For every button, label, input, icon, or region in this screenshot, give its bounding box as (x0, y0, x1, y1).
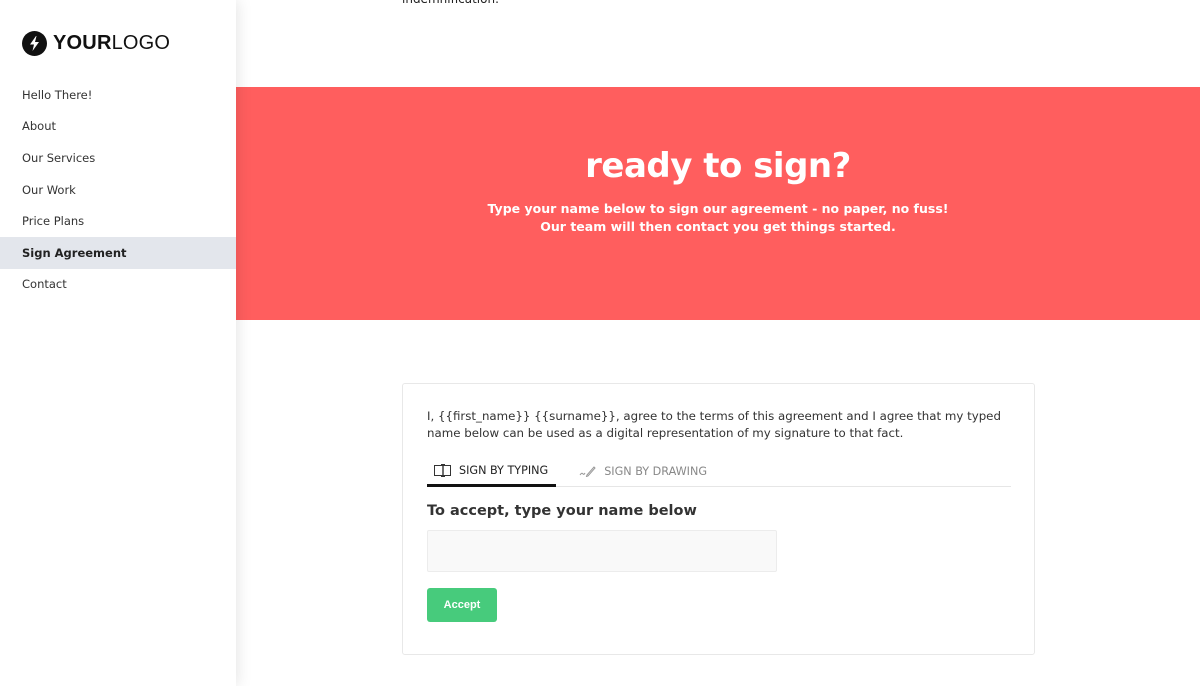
sidebar: YOURLOGO Hello There! About Our Services… (0, 0, 236, 686)
sidebar-item-label: About (22, 119, 57, 134)
hero-subtitle: Type your name below to sign our agreeme… (236, 200, 1200, 236)
tab-sign-by-typing[interactable]: SIGN BY TYPING (427, 456, 557, 487)
accept-button[interactable]: Accept (427, 588, 497, 622)
signature-card: I, {{first_name}} {{surname}}, agree to … (402, 383, 1035, 655)
signature-name-input[interactable] (427, 530, 777, 572)
sidebar-item-price-plans[interactable]: Price Plans (0, 205, 236, 237)
previous-section-text: indemnification. (402, 0, 499, 6)
hero-subtitle-line-2: Our team will then contact you get thing… (540, 219, 896, 234)
sidebar-item-sign-agreement[interactable]: Sign Agreement (0, 236, 236, 269)
tab-label: SIGN BY DRAWING (604, 464, 708, 478)
sidebar-item-label: Hello There! (22, 87, 93, 102)
sidebar-item-label: Price Plans (22, 214, 85, 229)
sidebar-item-our-services[interactable]: Our Services (0, 142, 236, 174)
page: YOURLOGO Hello There! About Our Services… (0, 0, 1200, 686)
sidebar-item-contact[interactable]: Contact (0, 269, 236, 301)
logo-text: YOURLOGO (53, 33, 170, 53)
signature-method-tabs: SIGN BY TYPING SIGN BY DRAWING (427, 456, 1011, 487)
sidebar-item-label: Our Services (22, 150, 96, 165)
accept-heading: To accept, type your name below (427, 503, 697, 519)
keyboard-cursor-icon (434, 463, 451, 477)
sidebar-item-our-work[interactable]: Our Work (0, 174, 236, 206)
tab-sign-by-drawing[interactable]: SIGN BY DRAWING (572, 456, 715, 486)
logo[interactable]: YOURLOGO (22, 30, 170, 56)
sidebar-nav: Hello There! About Our Services Our Work… (0, 79, 236, 300)
sidebar-item-hello-there[interactable]: Hello There! (0, 79, 236, 111)
sidebar-item-label: Contact (22, 277, 67, 292)
main-content: indemnification. ready to sign? Type you… (236, 0, 1200, 686)
sidebar-item-label: Our Work (22, 182, 76, 197)
logo-text-light: LOGO (111, 32, 171, 54)
hero-title: ready to sign? (585, 146, 851, 186)
hero-subtitle-line-1: Type your name below to sign our agreeme… (487, 201, 949, 216)
tab-label: SIGN BY TYPING (459, 463, 549, 477)
logo-text-bold: YOUR (53, 32, 112, 54)
agreement-text: I, {{first_name}} {{surname}}, agree to … (427, 409, 1001, 440)
sidebar-item-about[interactable]: About (0, 111, 236, 143)
pen-signature-icon (579, 465, 596, 477)
sidebar-item-label: Sign Agreement (22, 245, 127, 260)
lightning-bolt-icon (22, 30, 47, 56)
hero-banner: ready to sign? Type your name below to s… (236, 87, 1200, 320)
